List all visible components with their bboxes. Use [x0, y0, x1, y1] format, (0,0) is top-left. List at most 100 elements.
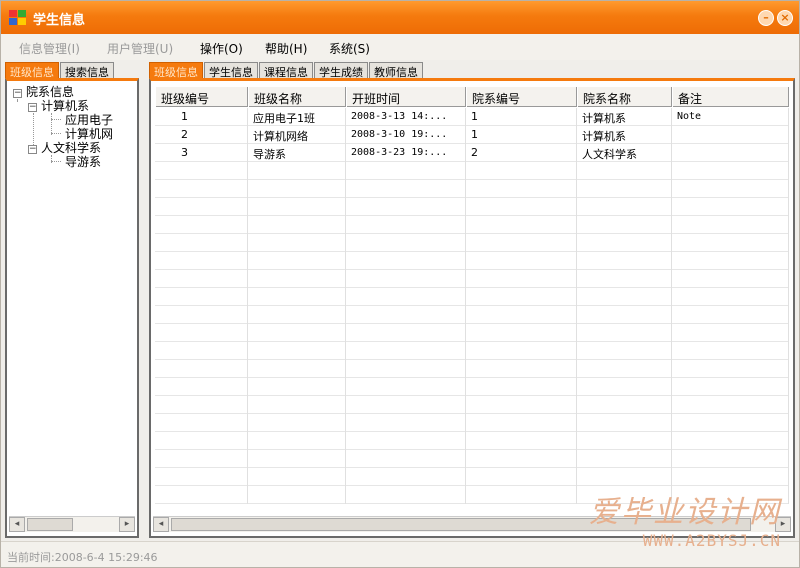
collapse-icon[interactable]: −	[28, 145, 37, 154]
menu-info-management[interactable]: 信息管理(I)	[19, 40, 80, 57]
cell-dept-id[interactable]: 2	[466, 144, 577, 162]
class-grid-panel: 班级编号 班级名称 开班时间 院系编号 院系名称 备注 1 应用电子1班 200…	[149, 78, 795, 538]
close-button[interactable]: ×	[777, 10, 793, 26]
empty-cell	[577, 216, 672, 234]
tab-search-info[interactable]: 搜索信息	[60, 62, 114, 79]
tab-class-info[interactable]: 班级信息	[149, 62, 203, 79]
empty-cell	[155, 270, 248, 288]
scroll-left-icon[interactable]: ◂	[9, 517, 25, 532]
scroll-left-icon[interactable]: ◂	[153, 517, 169, 532]
tree-node-computer-network[interactable]: 计算机网	[65, 127, 113, 141]
tree-node-tourism[interactable]: 导游系	[65, 155, 101, 169]
menu-user-management[interactable]: 用户管理(U)	[107, 40, 173, 57]
empty-cell	[155, 288, 248, 306]
tab-student-info[interactable]: 学生信息	[204, 62, 258, 79]
cell-class-id[interactable]: 2	[155, 126, 248, 144]
column-header-dept-name[interactable]: 院系名称	[577, 87, 672, 107]
tab-teacher-info[interactable]: 教师信息	[369, 62, 423, 79]
tree-node-root[interactable]: − 院系信息	[13, 85, 74, 99]
collapse-icon[interactable]: −	[28, 103, 37, 112]
empty-cell	[672, 378, 789, 396]
tree-node-applied-electronics[interactable]: 应用电子	[65, 113, 113, 127]
empty-cell	[155, 414, 248, 432]
cell-start-time[interactable]: 2008-3-10 19:...	[346, 126, 466, 144]
empty-cell	[248, 450, 346, 468]
empty-cell	[466, 306, 577, 324]
empty-table-row	[155, 270, 789, 288]
empty-cell	[155, 252, 248, 270]
cell-note[interactable]: Note	[672, 108, 789, 126]
cell-dept-name[interactable]: 人文科学系	[577, 144, 672, 162]
column-header-class-name[interactable]: 班级名称	[248, 87, 346, 107]
empty-cell	[466, 360, 577, 378]
cell-start-time[interactable]: 2008-3-13 14:...	[346, 108, 466, 126]
empty-table-row	[155, 252, 789, 270]
cell-dept-id[interactable]: 1	[466, 108, 577, 126]
tab-course-info[interactable]: 课程信息	[259, 62, 313, 79]
cell-class-name[interactable]: 导游系	[248, 144, 346, 162]
empty-table-row	[155, 180, 789, 198]
table-row[interactable]: 1 应用电子1班 2008-3-13 14:... 1 计算机系 Note	[155, 108, 789, 126]
menu-system[interactable]: 系统(S)	[329, 40, 370, 57]
table-row[interactable]: 3 导游系 2008-3-23 19:... 2 人文科学系	[155, 144, 789, 162]
menu-operation[interactable]: 操作(O)	[200, 40, 243, 57]
empty-cell	[466, 162, 577, 180]
cell-note[interactable]	[672, 126, 789, 144]
empty-cell	[466, 378, 577, 396]
empty-cell	[248, 180, 346, 198]
title-bar[interactable]: 学生信息 – ×	[1, 1, 799, 34]
class-data-grid: 班级编号 班级名称 开班时间 院系编号 院系名称 备注 1 应用电子1班 200…	[155, 87, 789, 513]
column-header-note[interactable]: 备注	[672, 87, 789, 107]
status-current-time: 当前时间:2008-6-4 15:29:46	[7, 551, 158, 564]
cell-class-name[interactable]: 应用电子1班	[248, 108, 346, 126]
cell-dept-id[interactable]: 1	[466, 126, 577, 144]
column-header-start-time[interactable]: 开班时间	[346, 87, 466, 107]
empty-cell	[155, 324, 248, 342]
column-header-class-id[interactable]: 班级编号	[155, 87, 248, 107]
empty-cell	[155, 198, 248, 216]
watermark: 爱毕业设计网 WWW.A2BYSJ.CN	[589, 487, 781, 550]
empty-cell	[577, 234, 672, 252]
empty-cell	[466, 324, 577, 342]
empty-cell	[672, 324, 789, 342]
scroll-right-icon[interactable]: ▸	[119, 517, 135, 532]
menu-help[interactable]: 帮助(H)	[265, 40, 307, 57]
window-title: 学生信息	[33, 13, 86, 28]
empty-cell	[346, 414, 466, 432]
cell-class-name[interactable]: 计算机网络	[248, 126, 346, 144]
empty-table-row	[155, 324, 789, 342]
grid-header: 班级编号 班级名称 开班时间 院系编号 院系名称 备注	[155, 87, 789, 107]
column-header-dept-id[interactable]: 院系编号	[466, 87, 577, 107]
empty-cell	[577, 162, 672, 180]
empty-cell	[346, 180, 466, 198]
cell-note[interactable]	[672, 144, 789, 162]
tab-student-grades[interactable]: 学生成绩	[314, 62, 368, 79]
empty-cell	[248, 360, 346, 378]
empty-cell	[466, 216, 577, 234]
empty-rows	[155, 162, 789, 504]
empty-cell	[577, 288, 672, 306]
minimize-button[interactable]: –	[758, 10, 774, 26]
tab-class-info-left[interactable]: 班级信息	[5, 62, 59, 79]
empty-cell	[346, 468, 466, 486]
cell-start-time[interactable]: 2008-3-23 19:...	[346, 144, 466, 162]
table-row[interactable]: 2 计算机网络 2008-3-10 19:... 1 计算机系	[155, 126, 789, 144]
scroll-thumb[interactable]	[27, 518, 73, 531]
empty-table-row	[155, 216, 789, 234]
cell-dept-name[interactable]: 计算机系	[577, 126, 672, 144]
collapse-icon[interactable]: −	[13, 89, 22, 98]
left-horizontal-scrollbar[interactable]: ◂ ▸	[9, 516, 135, 532]
tree-node-computer-dept[interactable]: − 计算机系	[28, 99, 89, 113]
empty-cell	[346, 486, 466, 504]
empty-cell	[577, 252, 672, 270]
main-window: 学生信息 – × 信息管理(I) 用户管理(U) 操作(O) 帮助(H) 系统(…	[0, 0, 800, 568]
tree-node-humanities-dept[interactable]: − 人文科学系	[28, 141, 101, 155]
empty-cell	[155, 162, 248, 180]
cell-class-id[interactable]: 3	[155, 144, 248, 162]
empty-cell	[155, 360, 248, 378]
empty-table-row	[155, 342, 789, 360]
empty-cell	[155, 180, 248, 198]
cell-class-id[interactable]: 1	[155, 108, 248, 126]
cell-dept-name[interactable]: 计算机系	[577, 108, 672, 126]
pane-splitter[interactable]	[141, 62, 147, 538]
